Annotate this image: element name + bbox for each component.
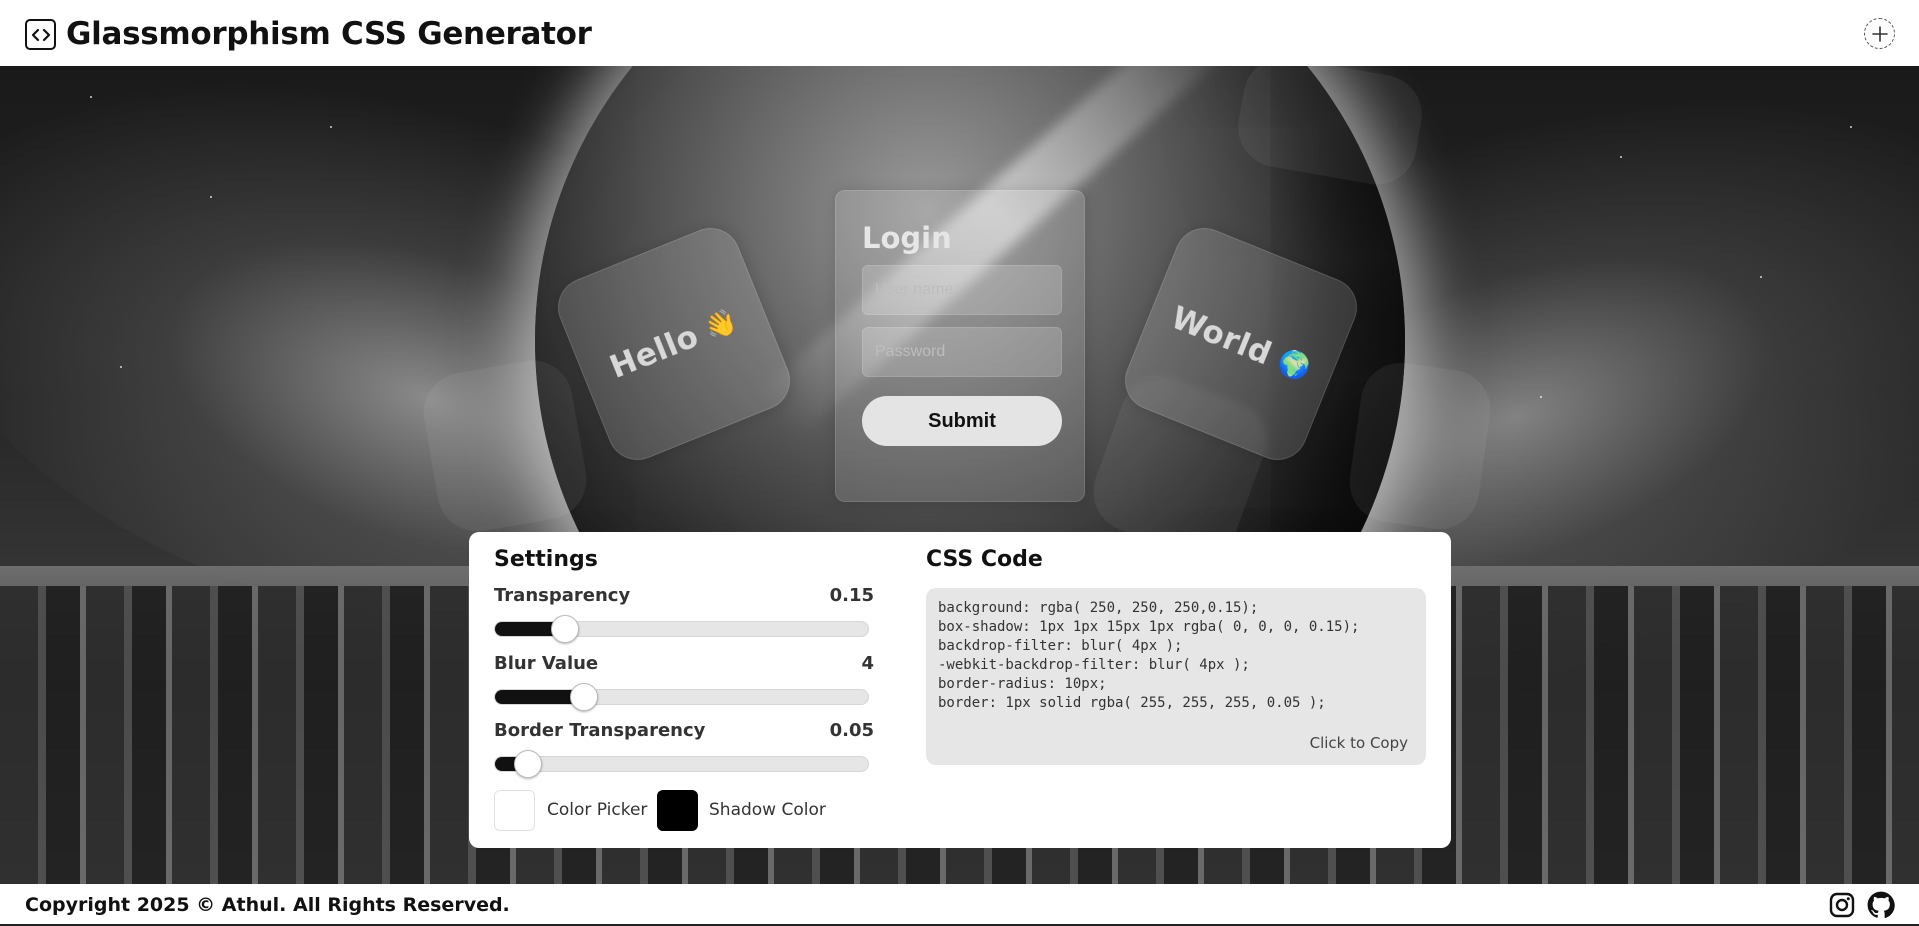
globe-icon: 🌍: [1273, 345, 1315, 386]
slider-handle[interactable]: [569, 683, 598, 711]
settings-panel: Settings Transparency 0.15 Blur Value 4 …: [469, 532, 1451, 848]
slider-handle[interactable]: [513, 750, 542, 778]
submit-button[interactable]: Submit: [862, 396, 1062, 446]
code-line: border-radius: 10px;: [938, 676, 1107, 692]
transparency-value: 0.15: [829, 585, 874, 606]
code-line: box-shadow: 1px 1px 15px 1px rgba( 0, 0,…: [938, 619, 1360, 635]
plus-circle-icon[interactable]: [1864, 18, 1895, 49]
code-line: border: 1px solid rgba( 255, 255, 255, 0…: [938, 695, 1326, 711]
copyright-text: Copyright 2025 © Athul. All Rights Reser…: [25, 894, 510, 916]
waving-hand-icon: 👋: [700, 304, 742, 345]
border-transparency-label: Border Transparency: [494, 720, 706, 741]
border-transparency-value: 0.05: [829, 720, 874, 741]
border-transparency-slider[interactable]: [494, 750, 869, 778]
shadow-color-label: Shadow Color: [709, 800, 826, 820]
hello-card-text: Hello: [604, 318, 704, 386]
blur-value: 4: [861, 653, 874, 674]
color-picker-swatch[interactable]: [494, 790, 535, 831]
footer: Copyright 2025 © Athul. All Rights Reser…: [0, 884, 1919, 926]
css-code-title: CSS Code: [926, 547, 1043, 572]
code-line: backdrop-filter: blur( 4px );: [938, 638, 1183, 654]
copy-button[interactable]: Click to Copy: [1310, 734, 1408, 752]
login-card: Login Submit: [835, 190, 1085, 502]
transparency-label: Transparency: [494, 585, 631, 606]
instagram-icon[interactable]: [1827, 890, 1857, 920]
password-input[interactable]: [862, 327, 1062, 377]
app-header: Glassmorphism CSS Generator: [0, 0, 1919, 66]
world-card-text: World: [1165, 299, 1277, 373]
code-line: -webkit-backdrop-filter: blur( 4px );: [938, 657, 1250, 673]
blur-label: Blur Value: [494, 653, 599, 674]
github-icon[interactable]: [1866, 890, 1896, 920]
username-input[interactable]: [862, 265, 1062, 315]
css-code-box[interactable]: background: rgba( 250, 250, 250,0.15); b…: [926, 588, 1426, 765]
code-brackets-icon: [25, 19, 56, 50]
slider-handle[interactable]: [550, 615, 579, 643]
settings-title: Settings: [494, 547, 598, 572]
blur-slider[interactable]: [494, 683, 869, 711]
shadow-color-swatch[interactable]: [657, 790, 698, 831]
app-title: Glassmorphism CSS Generator: [66, 16, 592, 52]
color-picker-label: Color Picker: [547, 800, 648, 820]
login-title: Login: [862, 221, 952, 255]
code-line: background: rgba( 250, 250, 250,0.15);: [938, 600, 1259, 616]
transparency-slider[interactable]: [494, 615, 869, 643]
